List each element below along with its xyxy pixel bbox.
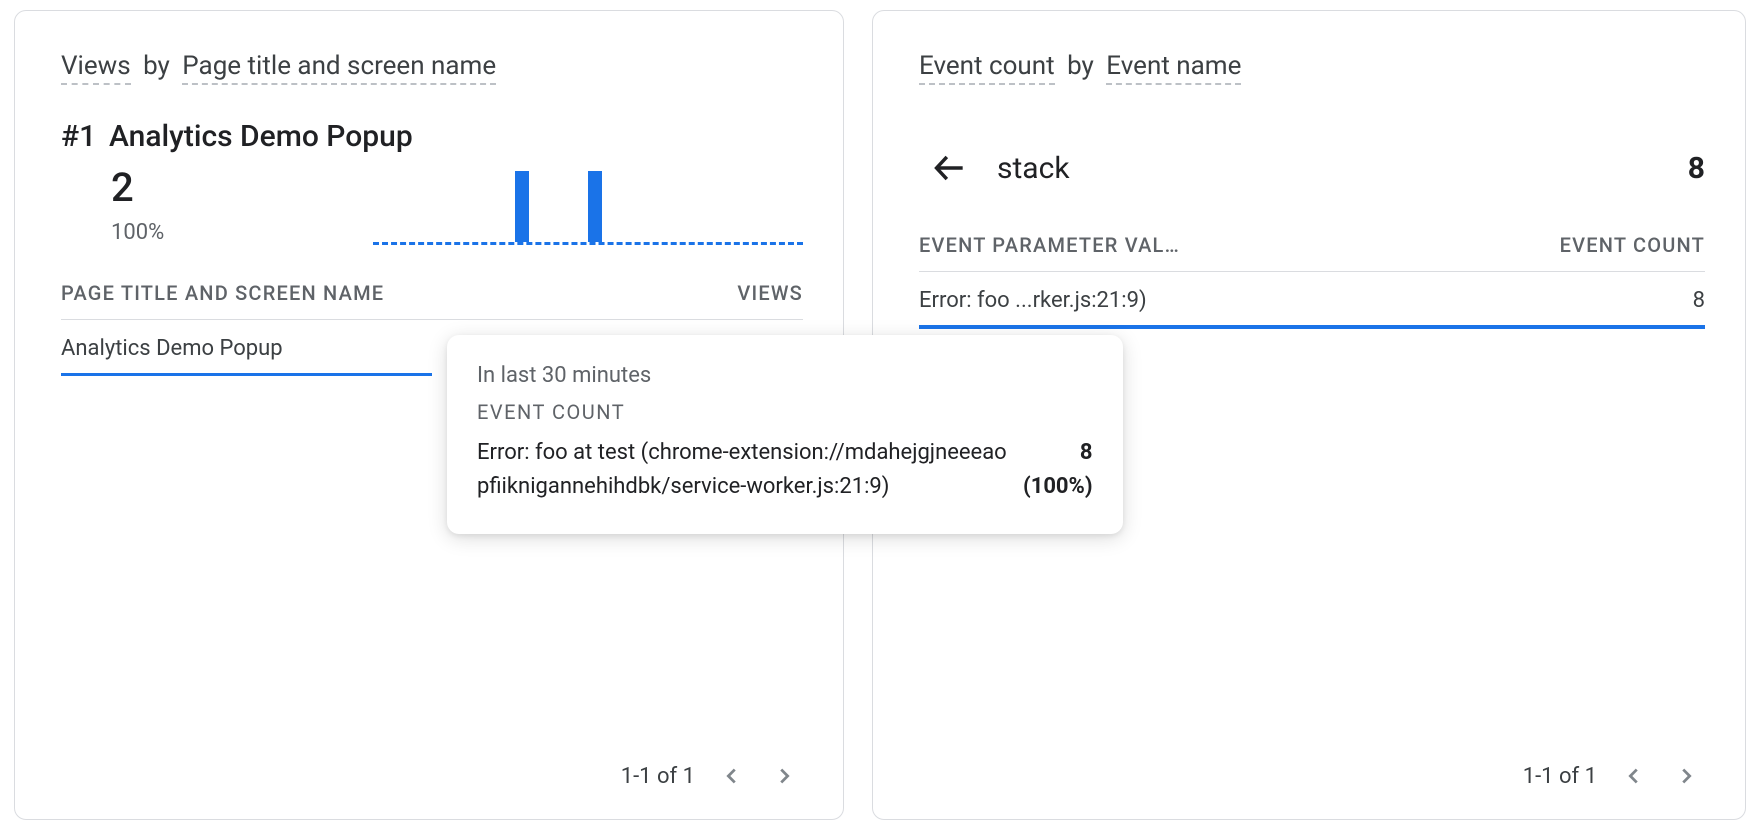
- chevron-left-icon[interactable]: [1619, 761, 1649, 791]
- chevron-right-icon[interactable]: [1671, 761, 1701, 791]
- views-col-metric: VIEWS: [737, 281, 803, 305]
- tooltip-label: EVENT COUNT: [477, 400, 1095, 424]
- events-table-header: EVENT PARAMETER VAL… EVENT COUNT: [919, 205, 1705, 272]
- top-item-rank: #1: [61, 119, 109, 154]
- views-metric[interactable]: Views: [61, 51, 131, 85]
- selected-event-name: stack: [997, 151, 1660, 186]
- chevron-left-icon[interactable]: [717, 761, 747, 791]
- sparkline-bar: [515, 171, 529, 242]
- title-connector: by: [1067, 51, 1094, 81]
- views-pager: 1-1 of 1: [61, 749, 803, 795]
- events-dimension[interactable]: Event name: [1106, 51, 1241, 85]
- top-item-row: #1 Analytics Demo Popup 2 100%: [61, 119, 803, 245]
- selected-event-header: stack 8: [931, 149, 1705, 187]
- sparkline-chart: [373, 171, 803, 245]
- views-table-header: PAGE TITLE AND SCREEN NAME VIEWS: [61, 253, 803, 320]
- views-row-name: Analytics Demo Popup: [61, 336, 283, 361]
- pager-label: 1-1 of 1: [621, 764, 695, 789]
- top-item-name: Analytics Demo Popup: [109, 119, 803, 154]
- views-col-dim: PAGE TITLE AND SCREEN NAME: [61, 281, 384, 305]
- events-row-name: Error: foo ...rker.js:21:9): [919, 288, 1147, 313]
- top-item-pct: 100%: [111, 220, 164, 245]
- events-row-value: 8: [1693, 288, 1705, 313]
- views-card-title[interactable]: Views by Page title and screen name: [61, 51, 803, 89]
- pager-label: 1-1 of 1: [1523, 764, 1597, 789]
- chevron-right-icon[interactable]: [769, 761, 799, 791]
- sparkline-bar: [588, 171, 602, 242]
- selected-event-count: 8: [1688, 151, 1705, 186]
- arrow-left-icon[interactable]: [931, 149, 969, 187]
- events-col-metric: EVENT COUNT: [1560, 233, 1705, 257]
- tooltip-timeframe: In last 30 minutes: [477, 363, 1095, 388]
- tooltip-pct: (100%): [1023, 470, 1093, 504]
- events-pager: 1-1 of 1: [919, 749, 1705, 795]
- views-dimension[interactable]: Page title and screen name: [182, 51, 496, 85]
- tooltip: In last 30 minutes EVENT COUNT Error: fo…: [447, 335, 1123, 534]
- title-connector: by: [143, 51, 170, 81]
- table-row[interactable]: Error: foo ...rker.js:21:9) 8: [919, 272, 1705, 329]
- top-item-value: 2: [111, 168, 164, 208]
- sparkline: [373, 171, 803, 245]
- table-row[interactable]: Analytics Demo Popup: [61, 320, 432, 376]
- tooltip-text: Error: foo at test (chrome-extension://m…: [477, 436, 1007, 504]
- events-metric[interactable]: Event count: [919, 51, 1055, 85]
- events-col-dim: EVENT PARAMETER VAL…: [919, 233, 1180, 257]
- events-card-title[interactable]: Event count by Event name: [919, 51, 1705, 89]
- views-card: Views by Page title and screen name #1 A…: [14, 10, 844, 820]
- tooltip-count: 8: [1023, 436, 1093, 470]
